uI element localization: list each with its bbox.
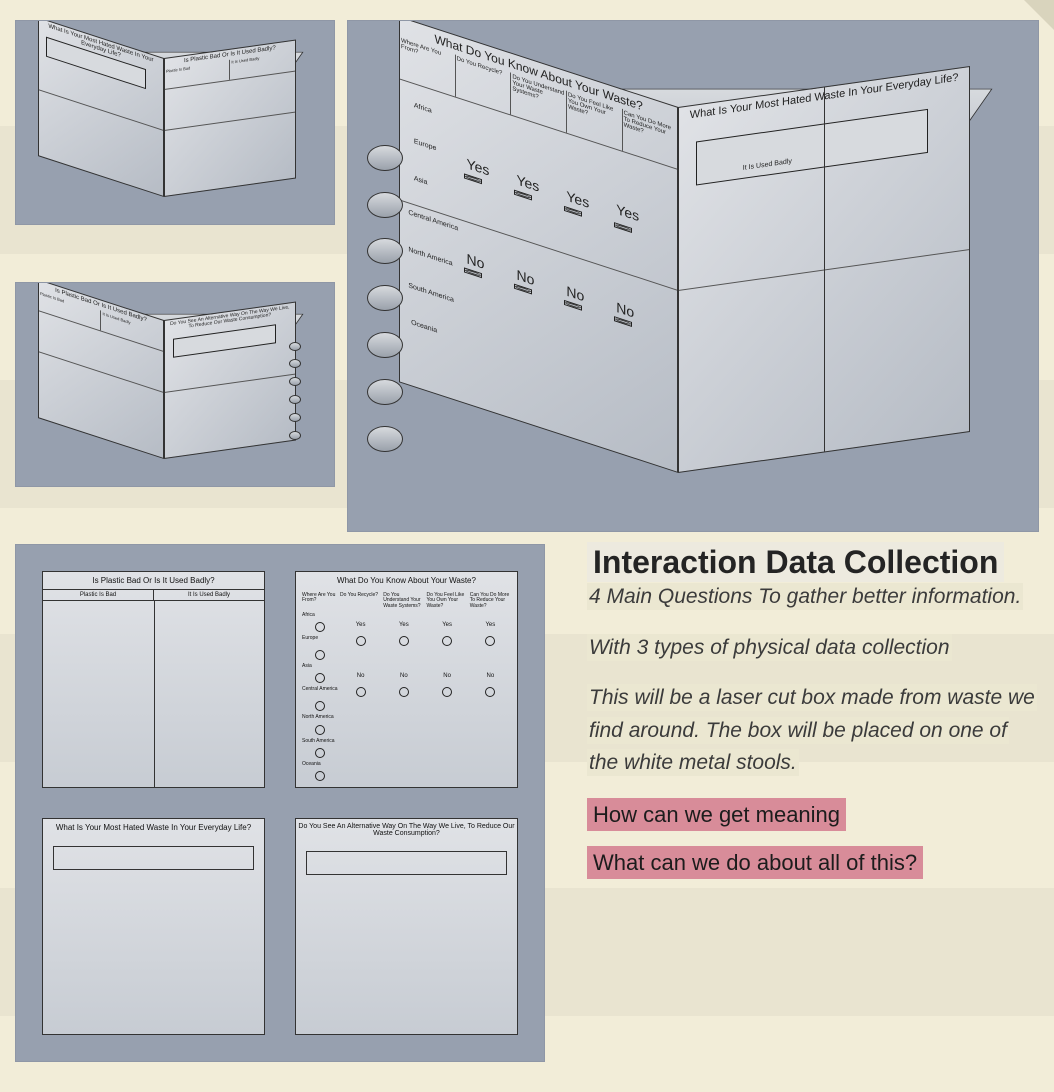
sheet-q4: Do You See An Alternative Way On The Way… xyxy=(295,818,518,1035)
flat-sheets-render: Is Plastic Bad Or Is It Used Badly? Plas… xyxy=(15,544,545,1062)
lever-icon xyxy=(367,285,403,311)
sheet-q1: Is Plastic Bad Or Is It Used Badly? Plas… xyxy=(42,571,265,788)
cube-render-thumb-1: What Is Your Most Hated Waste In Your Ev… xyxy=(15,20,335,225)
sheet-q2: What Do You Know About Your Waste? Where… xyxy=(295,571,518,788)
highlight-1: How can we get meaning xyxy=(587,798,1039,832)
lever-icon xyxy=(367,332,403,358)
lever-icon xyxy=(367,379,403,405)
lever-icon xyxy=(289,342,301,351)
lever-icon xyxy=(367,238,403,264)
cube-render-thumb-2: Is Plastic Bad Or Is It Used Badly? Plas… xyxy=(15,282,335,487)
intro-paragraph-1: 4 Main Questions To gather better inform… xyxy=(587,581,1039,614)
lever-icon xyxy=(289,395,301,404)
lever-icon xyxy=(289,431,301,440)
lever-icon xyxy=(367,145,403,171)
intro-paragraph-2: With 3 types of physical data collection xyxy=(587,632,1039,665)
text-column: Interaction Data Collection 4 Main Quest… xyxy=(557,544,1039,1062)
sheet-q3: What Is Your Most Hated Waste In Your Ev… xyxy=(42,818,265,1035)
lever-icon xyxy=(367,426,403,452)
highlight-2: What can we do about all of this? xyxy=(587,846,1039,880)
section-heading: Interaction Data Collection xyxy=(587,542,1004,582)
cube-render-main: What Do You Know About Your Waste? Where… xyxy=(347,20,1039,532)
lever-icon xyxy=(289,377,301,386)
intro-paragraph-3: This will be a laser cut box made from w… xyxy=(587,682,1039,780)
lever-icon xyxy=(289,413,301,422)
lever-icon xyxy=(289,359,301,368)
lever-icon xyxy=(367,192,403,218)
